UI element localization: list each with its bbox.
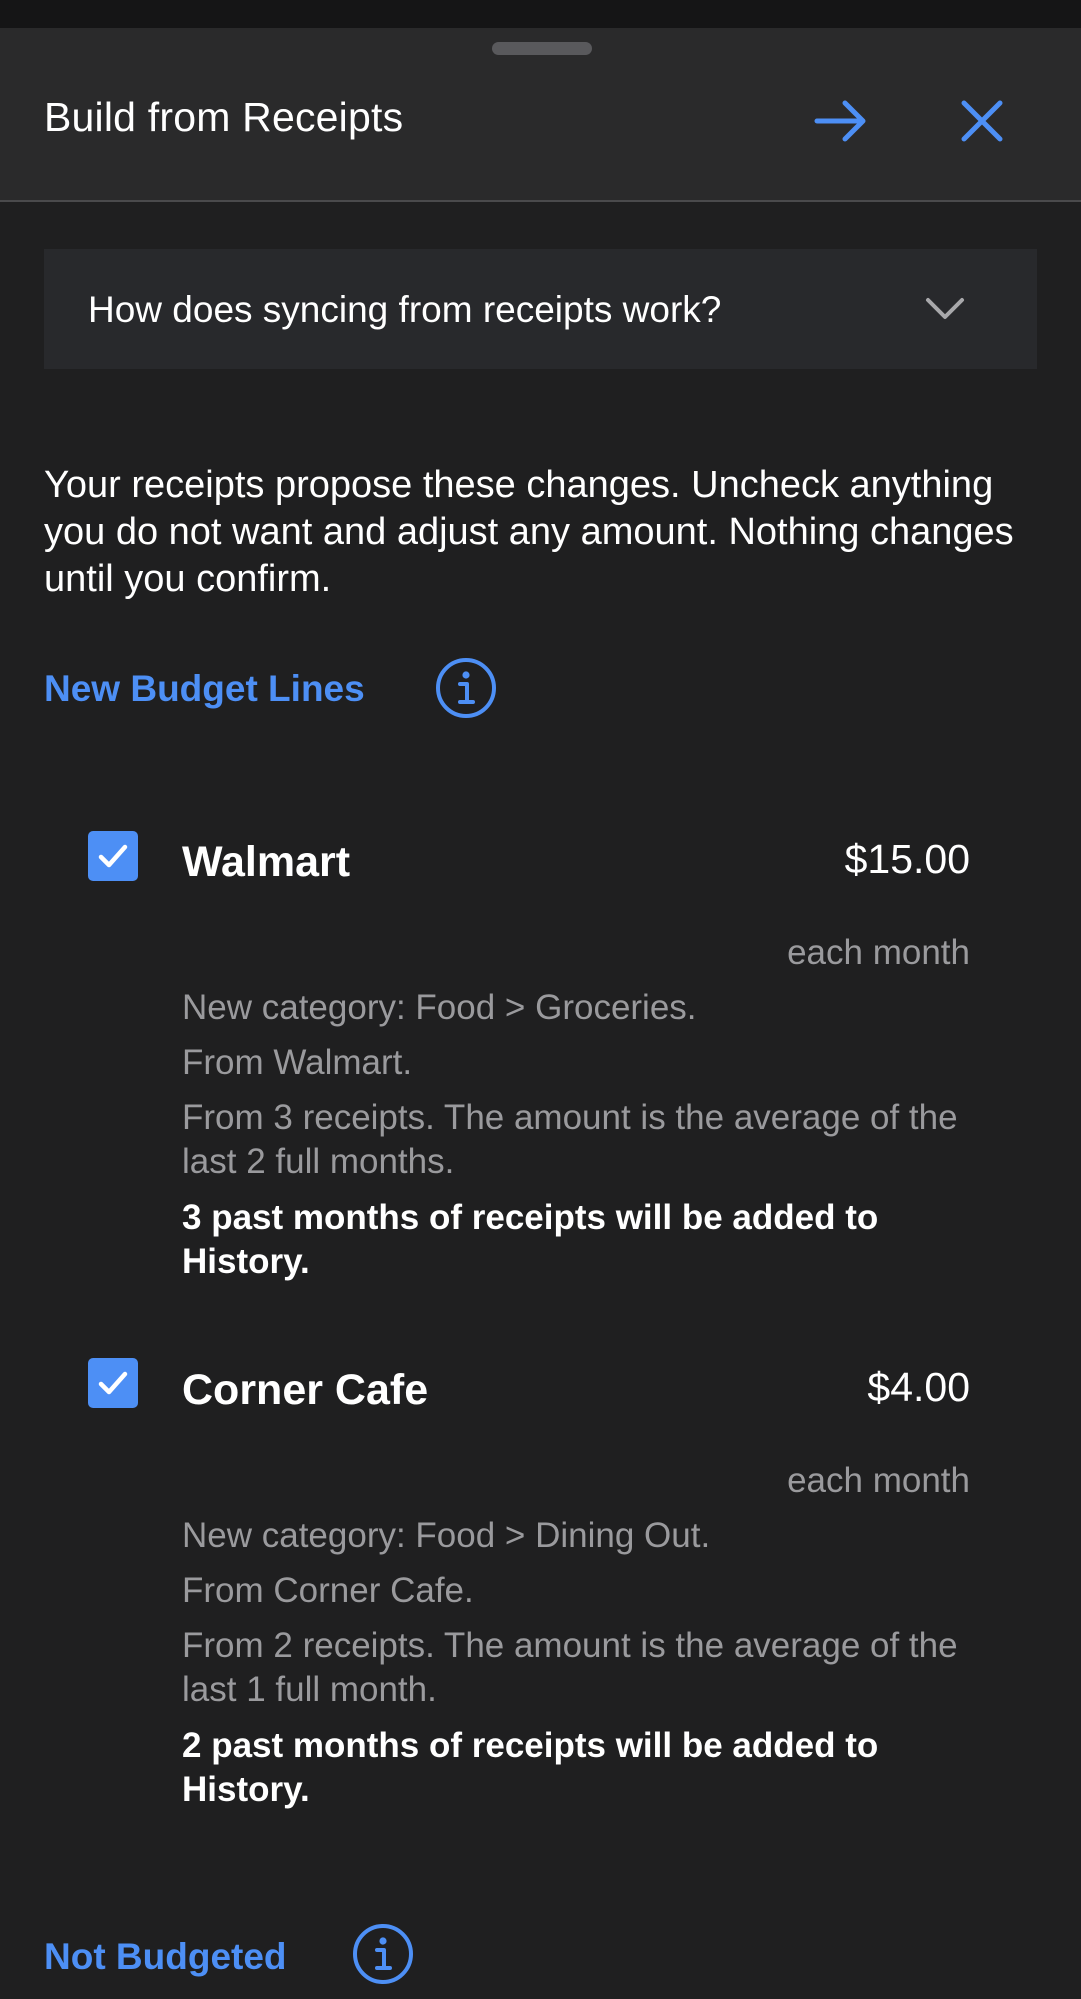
section-title-new-budget-lines: New Budget Lines [44,668,365,709]
item-checkbox[interactable] [88,831,138,881]
bottom-sheet: Build from Receipts How does syncing fro… [0,28,1081,1999]
status-bar-strip [0,0,1081,28]
checkmark-icon [98,844,128,868]
item-category: New category: Food > Groceries. [182,988,697,1027]
item-source: From Corner Cafe. [182,1571,474,1610]
info-icon[interactable] [434,656,498,720]
next-button[interactable] [806,86,876,156]
item-basis: From 2 receipts. The amount is the avera… [182,1626,958,1709]
chevron-down-icon [926,298,964,319]
item-source: From Walmart. [182,1043,413,1082]
item-basis: From 3 receipts. The amount is the avera… [182,1098,958,1181]
checkmark-icon [98,1371,128,1395]
item-name: Walmart [182,838,351,886]
item-category: New category: Food > Dining Out. [182,1516,711,1555]
item-history-note: 3 past months of receipts will be added … [182,1198,879,1281]
intro-text: Your receipts propose these changes. Unc… [44,464,1014,600]
sheet-title: Build from Receipts [44,94,404,140]
drag-handle[interactable] [492,42,592,55]
sheet-header: Build from Receipts [0,28,1081,202]
item-frequency: each month [787,1461,970,1500]
item-amount[interactable]: $4.00 [867,1364,970,1411]
item-amount[interactable]: $15.00 [845,836,970,883]
close-button[interactable] [947,86,1017,156]
item-name: Corner Cafe [182,1366,429,1414]
info-icon[interactable] [351,1922,415,1986]
item-checkbox[interactable] [88,1358,138,1408]
faq-accordion[interactable]: How does syncing from receipts work? [44,249,1037,369]
section-title-not-budgeted: Not Budgeted [44,1936,287,1977]
faq-question: How does syncing from receipts work? [88,289,722,330]
arrow-right-icon [814,100,866,142]
close-icon [961,100,1003,142]
item-frequency: each month [787,933,970,972]
item-history-note: 2 past months of receipts will be added … [182,1726,879,1809]
